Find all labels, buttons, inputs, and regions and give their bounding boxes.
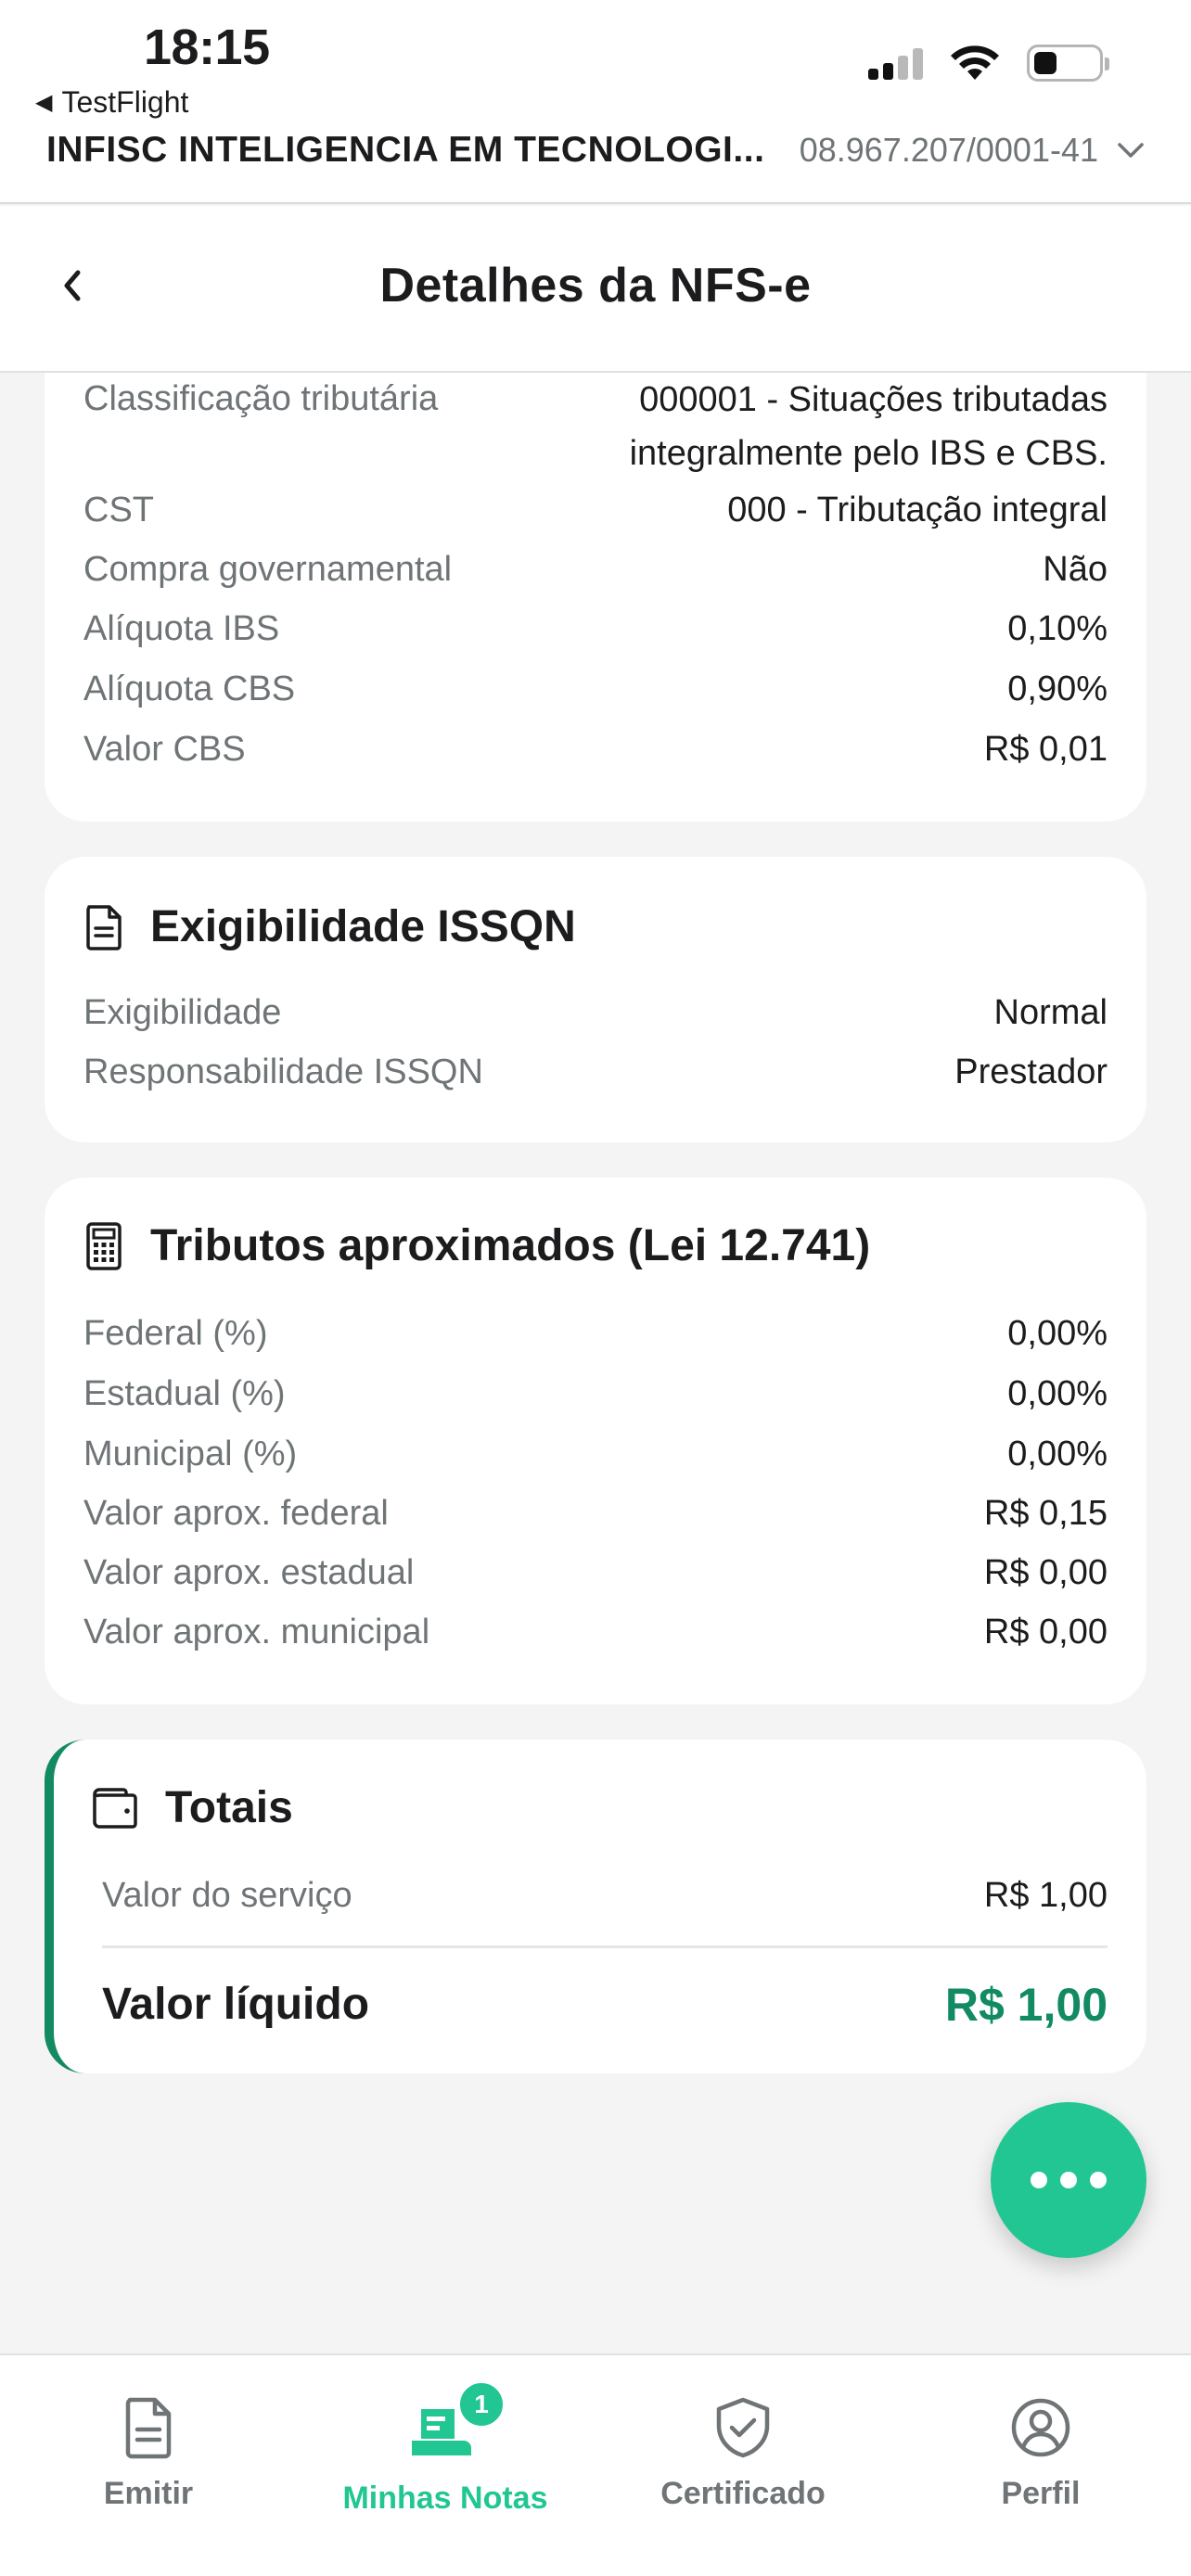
row-value: R$ 1,00 [944,1979,1108,2031]
valor-estadual-row: Valor aprox. estadual R$ 0,00 [83,1547,1108,1599]
aliquota-ibs-row: Alíquota IBS 0,10% [83,603,1108,655]
row-label: Valor aprox. federal [83,1494,389,1533]
totais-card: Totais Valor do serviço R$ 1,00 Valor lí… [45,1740,1146,2073]
row-value: 0,00% [1007,1314,1108,1353]
compra-governamental-row: Compra governamental Não [83,543,1108,595]
card-header: Tributos aproximados (Lei 12.741) [83,1220,870,1271]
cellular-signal-icon [868,46,923,80]
tab-bar: Emitir 1 Minhas Notas Certificado Perfil [0,2353,1191,2576]
tab-perfil[interactable]: Perfil [892,2396,1189,2512]
row-label: Alíquota IBS [83,609,280,648]
dot [1031,2172,1047,2188]
tab-minhas-notas[interactable]: 1 Minhas Notas [297,2379,594,2517]
row-value: Não [1043,550,1108,589]
row-value: R$ 0,01 [983,730,1108,769]
valor-liquido-row: Valor líquido R$ 1,00 [102,1975,1108,2034]
row-value: 0,10% [1007,609,1108,648]
row-label: Municipal (%) [83,1435,298,1473]
tab-emitir[interactable]: Emitir [0,2396,297,2512]
receipt-icon-wrapper: 1 [408,2379,506,2464]
wallet-icon [93,1787,137,1829]
estadual-row: Estadual (%) 0,00% [83,1368,1108,1420]
card-header: Exigibilidade ISSQN [83,901,576,952]
dot [1090,2172,1107,2188]
back-triangle-icon: ◀ [35,90,53,115]
card-title: Totais [165,1783,293,1832]
row-value: 0,00% [1007,1435,1108,1473]
company-name: INFISC INTELIGENCIA EM TECNOLOGI... [46,130,765,170]
cst-row: CST 000 - Tributação integral [83,484,1108,536]
row-label: Classificação tributária [83,379,439,418]
shield-check-icon [716,2397,770,2458]
row-label: Valor aprox. estadual [83,1553,415,1592]
row-label: Valor CBS [83,730,246,769]
row-value: 0,90% [1007,670,1108,708]
row-value: 000 - Tributação integral [727,491,1108,529]
top-header: 18:15 ◀ TestFlight INFISC INTELIGENCIA E… [0,0,1191,204]
page-title-overlay: Detalhes da NFS-e [379,259,812,312]
row-label: Exigibilidade [83,993,282,1032]
testflight-back-link[interactable]: ◀ TestFlight [35,85,188,120]
wifi-icon [951,45,999,80]
row-label: Valor do serviço [102,1876,352,1915]
calculator-icon [86,1221,122,1270]
testflight-label: TestFlight [61,85,189,119]
federal-row: Federal (%) 0,00% [83,1307,1108,1359]
divider [102,1945,1108,1948]
company-cnpj: 08.967.207/0001-41 [800,131,1145,170]
row-label: Estadual (%) [83,1374,286,1413]
row-value-line2: integralmente pelo IBS e CBS. [629,434,1108,473]
user-circle-icon [1011,2398,1070,2457]
document-icon [125,2397,172,2459]
tab-certificado[interactable]: Certificado [595,2396,891,2512]
navigation-bar-overlay: Detalhes da NFS-e [0,206,1191,373]
row-value: R$ 1,00 [983,1876,1108,1915]
card-title: Tributos aproximados (Lei 12.741) [150,1221,871,1270]
document-icon [86,904,122,950]
notification-badge: 1 [456,2379,506,2429]
cnpj-text: 08.967.207/0001-41 [799,131,1098,169]
tab-label: Minhas Notas [342,2480,548,2516]
more-actions-button[interactable] [991,2102,1146,2258]
valor-federal-row: Valor aprox. federal R$ 0,15 [83,1487,1108,1539]
company-selector[interactable]: INFISC INTELIGENCIA EM TECNOLOGI... 08.9… [46,130,1145,171]
dot [1060,2172,1077,2188]
row-label: Alíquota CBS [83,670,296,708]
card-title: Exigibilidade ISSQN [150,902,576,951]
responsabilidade-row: Responsabilidade ISSQN Prestador [83,1046,1108,1098]
aliquota-cbs-row: Alíquota CBS 0,90% [83,663,1108,715]
exigibilidade-row: Exigibilidade Normal [83,987,1108,1039]
row-value: R$ 0,15 [983,1494,1108,1533]
tab-label: Perfil [1001,2476,1081,2511]
tributos-card: Tributos aproximados (Lei 12.741) Federa… [45,1178,1146,1704]
row-value: 0,00% [1007,1374,1108,1413]
row-label: Valor líquido [102,1980,370,2029]
row-label: Valor aprox. municipal [83,1613,430,1651]
classificacao-row: Classificação tributária 000001 - Situaç… [83,373,1108,480]
row-label: Compra governamental [83,550,453,589]
row-value: R$ 0,00 [983,1613,1108,1651]
card-header: Totais [93,1782,293,1833]
row-label: CST [83,491,154,529]
valor-municipal-row: Valor aprox. municipal R$ 0,00 [83,1606,1108,1658]
row-label: Responsabilidade ISSQN [83,1052,483,1091]
municipal-row: Municipal (%) 0,00% [83,1428,1108,1480]
valor-cbs-row: Valor CBS R$ 0,01 [83,723,1108,775]
exigibilidade-card: Exigibilidade ISSQN Exigibilidade Normal… [45,857,1146,1142]
row-value: 000001 - Situações tributadas integralme… [630,373,1108,480]
status-time: 18:15 [144,19,270,75]
row-value: R$ 0,00 [983,1553,1108,1592]
row-value: Normal [993,993,1108,1032]
row-label: Federal (%) [83,1314,268,1353]
valor-servico-row: Valor do serviço R$ 1,00 [102,1869,1108,1921]
status-icons [868,45,1109,82]
row-value-line1: 000001 - Situações tributadas [639,380,1108,419]
tab-label: Emitir [103,2476,194,2511]
ibs-cbs-card: Classificação tributária 000001 - Situaç… [45,306,1146,822]
row-value: Prestador [954,1052,1108,1091]
battery-icon [1027,45,1109,82]
tab-label: Certificado [660,2476,826,2511]
chevron-down-icon [1118,143,1144,158]
